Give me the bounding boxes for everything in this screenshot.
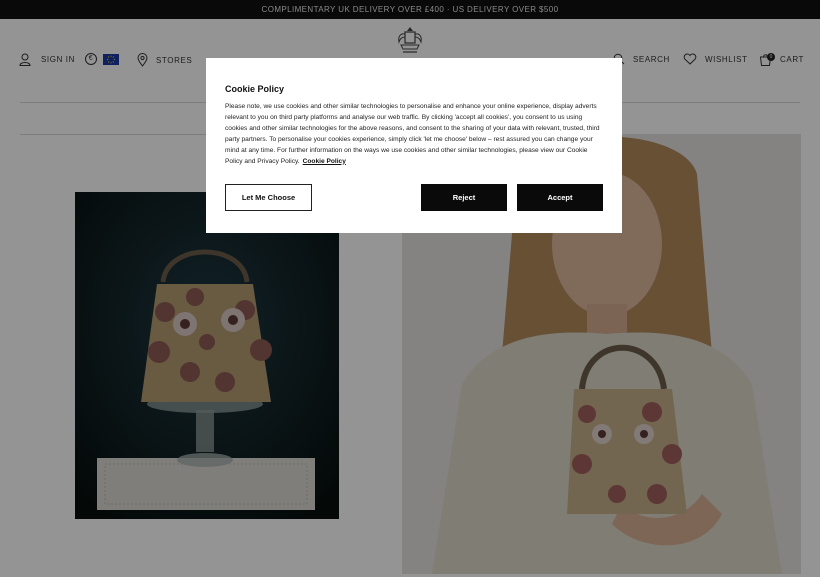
cookie-policy-dialog: Cookie Policy Please note, we use cookie… [206, 58, 622, 233]
let-me-choose-button[interactable]: Let Me Choose [225, 184, 312, 211]
cookie-dialog-body: Please note, we use cookies and other si… [225, 102, 603, 167]
cookie-dialog-text: Please note, we use cookies and other si… [225, 103, 600, 165]
cookie-dialog-title: Cookie Policy [225, 84, 285, 94]
accept-button[interactable]: Accept [517, 184, 603, 211]
cookie-policy-link[interactable]: Cookie Policy [303, 158, 346, 165]
reject-button[interactable]: Reject [421, 184, 507, 211]
